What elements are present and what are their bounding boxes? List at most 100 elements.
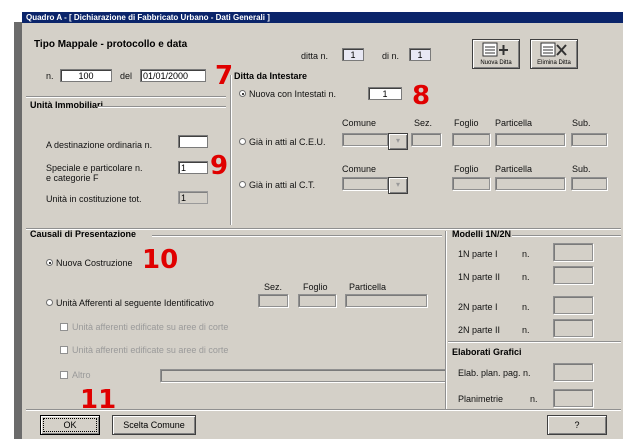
modelli-row4-n: n. xyxy=(522,325,530,335)
modelli-row3-input[interactable] xyxy=(553,296,593,314)
ct-particella-input[interactable] xyxy=(495,177,565,190)
ct-comune-dropdown[interactable]: ▾ xyxy=(388,177,408,194)
ditta-number-field: 1 xyxy=(342,48,364,61)
costruzione-total-field: 1 xyxy=(178,191,208,204)
modelli-heading: Modelli 1N/2N xyxy=(452,229,512,239)
modelli-row4-input[interactable] xyxy=(553,319,593,337)
add-list-icon xyxy=(482,42,510,60)
elaborati-heading: Elaborati Grafici xyxy=(452,347,522,357)
ceu-comune-label: Comune xyxy=(342,118,377,128)
afferenti-sez-label: Sez. xyxy=(264,282,283,292)
nuova-costruzione-radio[interactable] xyxy=(46,259,53,266)
modelli-row1-n: n. xyxy=(522,249,530,259)
modelli-row2-label: 1N parte II xyxy=(458,272,501,282)
window-title: Quadro A - [ Dichiarazione di Fabbricato… xyxy=(22,12,623,23)
causali-heading-rule xyxy=(152,235,442,236)
afferenti-foglio-input[interactable] xyxy=(298,294,336,307)
modelli-row1-label: 1N parte I xyxy=(458,249,498,259)
afferenti-sez-input[interactable] xyxy=(258,294,288,307)
modelli-row4-label: 2N parte II xyxy=(458,325,501,335)
tipo-mappale-heading: Tipo Mappale - protocollo e data xyxy=(34,39,188,50)
ditta-n-label: ditta n. xyxy=(301,51,329,61)
annotation-9: 9 xyxy=(210,151,229,181)
unita-top-rule xyxy=(26,96,226,97)
protocol-number-input[interactable]: 100 xyxy=(60,69,112,82)
nuova-costruzione-label: Nuova Costruzione xyxy=(56,258,133,268)
afferenti-particella-label: Particella xyxy=(349,282,387,292)
di-n-label: di n. xyxy=(382,51,400,61)
protocol-date-label: del xyxy=(120,71,133,81)
check-afferenti-2-label: Unità afferenti edificate su aree di cor… xyxy=(72,345,229,355)
elaborati-row2-label: Planimetrie xyxy=(458,394,504,404)
nuova-intestati-radio[interactable] xyxy=(239,90,246,97)
afferenti-label: Unità Afferenti al seguente Identificati… xyxy=(56,298,214,308)
ceu-radio[interactable] xyxy=(239,138,246,145)
ceu-sub-label: Sub. xyxy=(572,118,591,128)
elaborati-row1-input[interactable] xyxy=(553,363,593,381)
annotation-8: 8 xyxy=(412,81,431,111)
ct-foglio-input[interactable] xyxy=(452,177,490,190)
check-afferenti-2[interactable] xyxy=(60,346,68,354)
annotation-11: 11 xyxy=(80,385,117,415)
chevron-down-icon: ▾ xyxy=(395,180,400,189)
ceu-sub-input[interactable] xyxy=(571,133,607,146)
ct-sub-label: Sub. xyxy=(572,164,591,174)
speciale-input[interactable]: 1 xyxy=(178,161,208,174)
altro-input[interactable] xyxy=(160,369,446,382)
afferenti-radio[interactable] xyxy=(46,299,53,306)
ceu-particella-label: Particella xyxy=(495,118,533,128)
ct-particella-label: Particella xyxy=(495,164,533,174)
check-altro[interactable] xyxy=(60,371,68,379)
annotation-10: 10 xyxy=(142,245,179,275)
help-button[interactable]: ? xyxy=(547,415,607,435)
ditta-heading: Ditta da Intestare xyxy=(234,71,308,81)
unita-heading-rule xyxy=(98,106,226,107)
unita-heading: Unità Immobiliari xyxy=(30,100,104,110)
protocol-n-label: n. xyxy=(46,71,54,81)
modelli-row3-n: n. xyxy=(522,302,530,312)
ditta-divider xyxy=(230,75,231,225)
ceu-foglio-input[interactable] xyxy=(452,133,490,146)
costruzione-label: Unità in costituzione tot. xyxy=(46,194,142,204)
ct-sub-input[interactable] xyxy=(571,177,607,190)
intestati-count-input[interactable]: 1 xyxy=(368,87,402,100)
modelli-divider xyxy=(445,231,446,409)
ceu-comune-dropdown[interactable]: ▾ xyxy=(388,133,408,150)
ceu-sez-label: Sez. xyxy=(414,118,433,128)
ceu-particella-input[interactable] xyxy=(495,133,565,146)
ceu-sez-input[interactable] xyxy=(411,133,441,146)
form-body: Tipo Mappale - protocollo e data n. 100 … xyxy=(22,23,623,439)
ct-foglio-label: Foglio xyxy=(454,164,479,174)
check-afferenti-1[interactable] xyxy=(60,323,68,331)
nuova-intestati-label: Nuova con Intestati n. xyxy=(249,89,337,99)
ordinaria-label: A destinazione ordinaria n. xyxy=(46,140,153,150)
ceu-label: Già in atti al C.E.U. xyxy=(249,137,326,147)
check-altro-label: Altro xyxy=(72,370,91,380)
ct-comune-label: Comune xyxy=(342,164,377,174)
modelli-heading-rule xyxy=(512,235,621,236)
scelta-comune-button[interactable]: Scelta Comune xyxy=(112,415,196,435)
elaborati-row2-input[interactable] xyxy=(553,389,593,407)
nuova-ditta-button[interactable]: Nuova Ditta xyxy=(472,39,520,69)
nuova-ditta-label: Nuova Ditta xyxy=(480,60,512,66)
left-border xyxy=(14,12,22,439)
ok-button[interactable]: OK xyxy=(40,415,100,435)
afferenti-foglio-label: Foglio xyxy=(303,282,328,292)
modelli-row2-input[interactable] xyxy=(553,266,593,284)
speciale-label-2: e categorie F xyxy=(46,173,99,183)
delete-list-icon xyxy=(540,42,568,60)
ct-comune-select[interactable] xyxy=(342,177,388,190)
afferenti-particella-input[interactable] xyxy=(345,294,427,307)
causali-heading: Causali di Presentazione xyxy=(30,229,137,239)
modelli-row1-input[interactable] xyxy=(553,243,593,261)
protocol-date-input[interactable]: 01/01/2000 xyxy=(140,69,206,82)
elimina-ditta-label: Elimina Ditta xyxy=(537,60,571,66)
elimina-ditta-button[interactable]: Elimina Ditta xyxy=(530,39,578,69)
elaborati-row1-label: Elab. plan. pag. n. xyxy=(458,368,531,378)
ct-radio[interactable] xyxy=(239,181,246,188)
ceu-comune-select[interactable] xyxy=(342,133,388,146)
elaborati-row2-n: n. xyxy=(530,394,538,404)
chevron-down-icon: ▾ xyxy=(395,136,400,145)
ordinaria-input[interactable] xyxy=(178,135,208,148)
elaborati-top-rule xyxy=(448,341,621,342)
